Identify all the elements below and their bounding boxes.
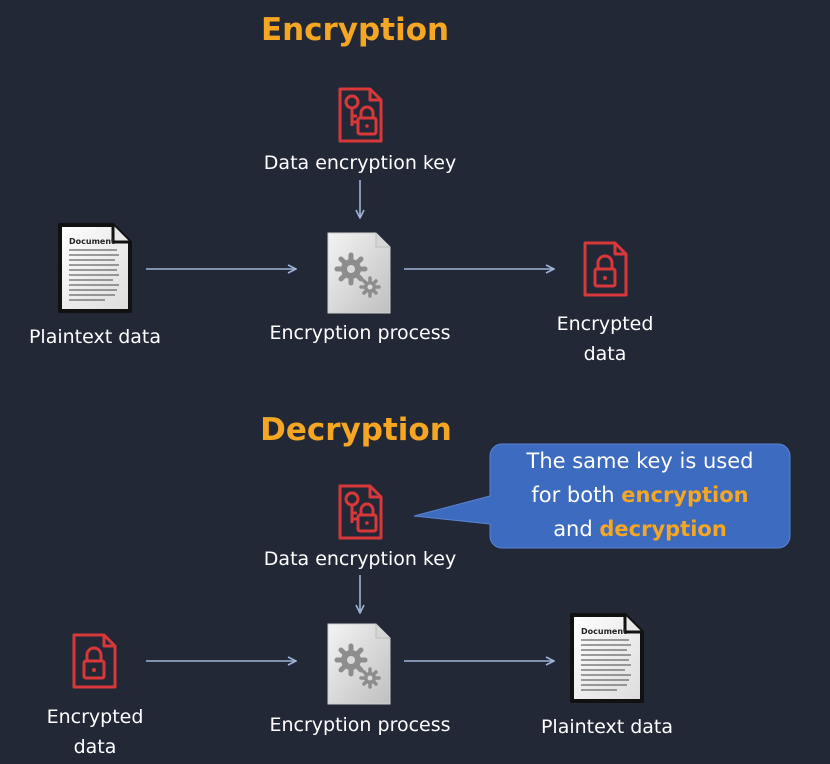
callout-line2-prefix: for both [531, 483, 622, 507]
encryption-output-label: Encrypted data [535, 309, 675, 369]
svg-text:Document: Document [581, 627, 627, 636]
gear-file-icon [326, 622, 392, 706]
callout-text: The same key is used for both encryption… [490, 444, 790, 546]
lock-file-icon [581, 240, 629, 298]
encryption-key-label: Data encryption key [263, 152, 457, 174]
encryption-title: Encryption [260, 12, 450, 48]
gear-file-icon [326, 231, 392, 315]
encryption-process-label: Encryption process [269, 322, 451, 344]
arrow-icon [146, 259, 300, 279]
key-lock-file-icon [336, 86, 384, 144]
callout-line1: The same key is used [526, 449, 754, 473]
decryption-input-label-line2: data [73, 736, 117, 758]
document-icon: Document [57, 222, 133, 314]
callout-highlight-encryption: encryption [621, 483, 749, 507]
svg-text:Document: Document [69, 237, 115, 246]
decryption-input-label-line1: Encrypted [46, 706, 144, 728]
encryption-output-label-line2: data [583, 343, 627, 365]
key-lock-file-icon [336, 483, 384, 541]
callout-line3: and decryption [490, 512, 790, 546]
arrow-icon [404, 259, 558, 279]
encryption-output-label-line1: Encrypted [556, 313, 654, 335]
decryption-input-label: Encrypted data [25, 702, 165, 762]
arrow-icon [146, 651, 300, 671]
arrow-icon [350, 180, 370, 222]
lock-file-icon [70, 632, 118, 690]
arrow-icon [350, 575, 370, 617]
document-icon: Document [569, 612, 645, 704]
callout-line3-prefix: and [553, 517, 600, 541]
arrow-icon [404, 651, 558, 671]
decryption-process-label: Encryption process [269, 714, 451, 736]
callout-line2: for both encryption [490, 478, 790, 512]
callout-highlight-decryption: decryption [599, 517, 727, 541]
encryption-input-label: Plaintext data [28, 326, 162, 348]
decryption-output-label: Plaintext data [540, 716, 674, 738]
